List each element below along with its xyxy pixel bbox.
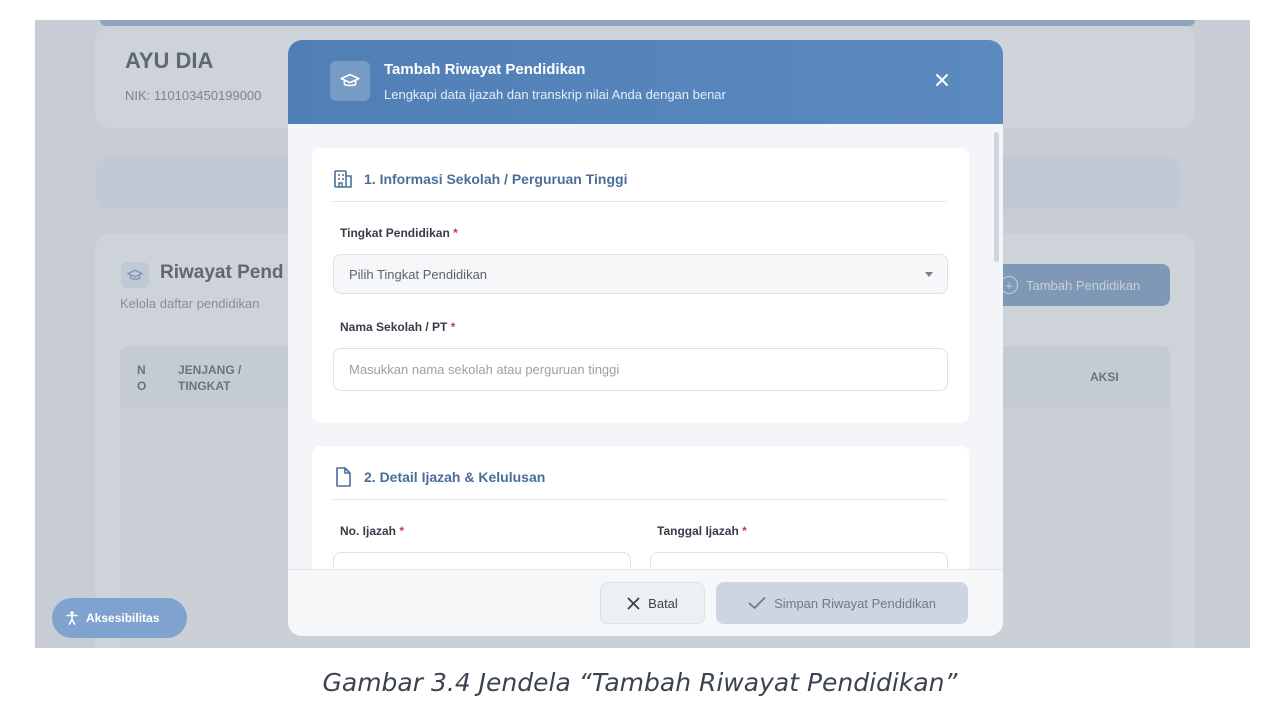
building-icon — [334, 170, 352, 188]
graduation-cap-icon — [330, 61, 370, 101]
tingkat-select[interactable]: Pilih Tingkat Pendidikan — [333, 254, 948, 294]
section1-title: 1. Informasi Sekolah / Perguruan Tinggi — [364, 171, 628, 187]
modal-subtitle: Lengkapi data ijazah dan transkrip nilai… — [384, 87, 726, 102]
check-icon — [748, 597, 766, 609]
close-icon — [627, 597, 640, 609]
tanggal-ijazah-input[interactable] — [650, 552, 948, 569]
section-header: 2. Detail Ijazah & Kelulusan — [332, 466, 947, 500]
tingkat-label: Tingkat Pendidikan * — [340, 226, 458, 240]
required-mark: * — [399, 524, 405, 538]
required-mark: * — [450, 320, 456, 334]
no-ijazah-input[interactable] — [333, 552, 631, 569]
tingkat-label-text: Tingkat Pendidikan — [340, 226, 450, 240]
tanggal-ijazah-label-text: Tanggal Ijazah — [657, 524, 739, 538]
modal-header: Tambah Riwayat Pendidikan Lengkapi data … — [288, 40, 1003, 124]
save-label: Simpan Riwayat Pendidikan — [774, 595, 936, 611]
tingkat-selected-value: Pilih Tingkat Pendidikan — [349, 266, 488, 282]
screenshot-frame: AYU DIA NIK: 110103450199000 Riwayat Pen… — [35, 20, 1250, 648]
section2-title: 2. Detail Ijazah & Kelulusan — [364, 469, 546, 485]
tanggal-ijazah-label: Tanggal Ijazah * — [657, 524, 747, 538]
accessibility-label: Aksesibilitas — [86, 611, 160, 625]
caret-down-icon — [925, 272, 933, 277]
figure-caption: Gambar 3.4 Jendela “Tambah Riwayat Pendi… — [322, 668, 958, 697]
document-icon — [336, 467, 351, 487]
modal-body[interactable]: 1. Informasi Sekolah / Perguruan Tinggi … — [288, 124, 1003, 569]
modal-footer: Batal Simpan Riwayat Pendidikan — [288, 569, 1003, 636]
close-icon[interactable] — [930, 68, 954, 92]
save-button[interactable]: Simpan Riwayat Pendidikan — [716, 582, 968, 624]
scrollbar[interactable] — [994, 132, 999, 262]
nama-label: Nama Sekolah / PT * — [340, 320, 455, 334]
nama-label-text: Nama Sekolah / PT — [340, 320, 448, 334]
required-mark: * — [453, 226, 458, 240]
cancel-label: Batal — [648, 595, 678, 611]
section-header: 1. Informasi Sekolah / Perguruan Tinggi — [332, 168, 947, 202]
required-mark: * — [742, 524, 747, 538]
add-education-modal: Tambah Riwayat Pendidikan Lengkapi data … — [288, 40, 1003, 636]
no-ijazah-label: No. Ijazah * — [340, 524, 404, 538]
modal-title: Tambah Riwayat Pendidikan — [384, 61, 586, 78]
school-info-section: 1. Informasi Sekolah / Perguruan Tinggi … — [312, 148, 969, 423]
cancel-button[interactable]: Batal — [600, 582, 705, 624]
accessibility-icon — [66, 611, 78, 625]
certificate-section: 2. Detail Ijazah & Kelulusan No. Ijazah … — [312, 446, 969, 569]
no-ijazah-label-text: No. Ijazah — [340, 524, 397, 538]
nama-sekolah-input[interactable]: Masukkan nama sekolah atau perguruan tin… — [333, 348, 948, 391]
accessibility-button[interactable]: Aksesibilitas — [52, 598, 187, 638]
nama-sekolah-placeholder: Masukkan nama sekolah atau perguruan tin… — [349, 362, 620, 377]
